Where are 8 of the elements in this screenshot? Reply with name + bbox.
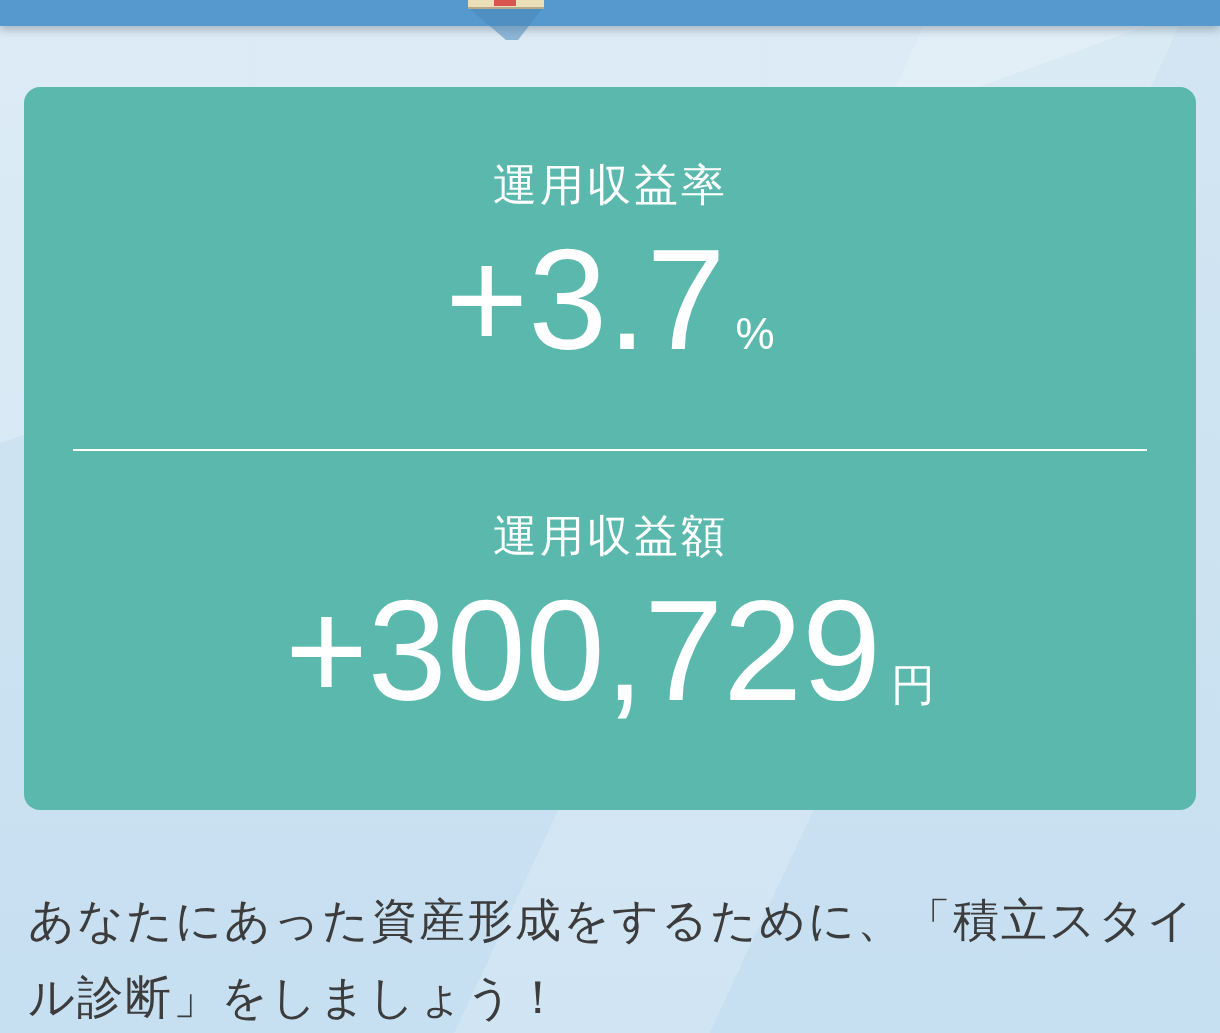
guide-message: あなたにあった資産形成をするために、「積立スタイル診断」をしましょう！ [28,893,1197,1025]
metric-value: +3.7 [445,227,726,372]
metric-label: 運用収益額 [492,512,728,560]
tile-icon [466,0,546,40]
metric-label: 運用収益率 [492,161,728,209]
unit-label: 円 [891,659,936,711]
unit-label: % [735,309,775,359]
metric-value: +300,729 [284,578,882,723]
